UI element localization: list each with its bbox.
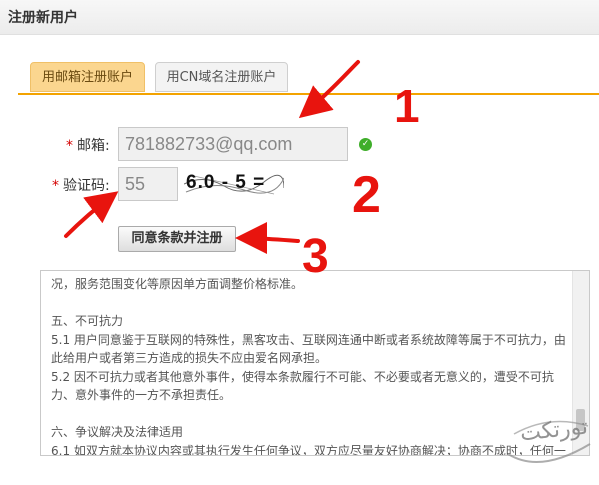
watermark-logo: تورتکت	[500, 404, 596, 474]
annotation-label-3: 3	[302, 230, 329, 283]
annotation-label-1: 1	[394, 80, 420, 132]
annotation-label-2: 2	[352, 166, 381, 224]
annotation-arrow-1	[298, 60, 360, 119]
annotation-arrow-3	[235, 222, 300, 255]
annotation-arrow-2	[64, 191, 119, 238]
